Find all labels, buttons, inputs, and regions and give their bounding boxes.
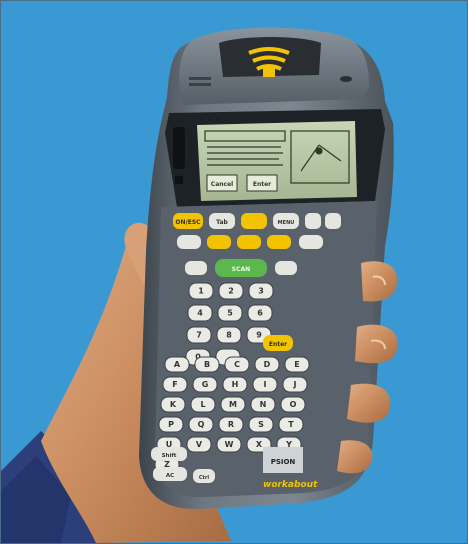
key-label: 1 [198, 287, 204, 296]
handheld-computer-photo: Cancel Enter ON/ESC Tab MENU SCAN 1 2 34 5 6… [1, 1, 467, 543]
function-key [207, 235, 231, 249]
key-label: 7 [196, 331, 202, 340]
on-esc-key-label: ON/ESC [175, 219, 201, 226]
key-label: 4 [197, 309, 203, 318]
key-label: X [256, 440, 263, 449]
tab-key-label: Tab [216, 219, 228, 226]
key-label: I [264, 380, 267, 389]
key-label: J [293, 380, 297, 389]
key-label: R [228, 420, 234, 429]
ac-key-label: AC [166, 473, 174, 479]
menu-key-label: MENU [278, 220, 295, 226]
finger-2 [355, 324, 398, 364]
cursor-key [185, 261, 207, 275]
scan-key-label: SCAN [232, 266, 250, 273]
key-label: 6 [257, 309, 263, 318]
photo-scene: Cancel Enter ON/ESC Tab MENU SCAN 123456… [0, 0, 468, 544]
key-label: C [234, 360, 240, 369]
function-key [237, 235, 261, 249]
enter-key-label: Enter [269, 341, 287, 348]
function-key [177, 235, 201, 249]
softkey-cancel-label: Cancel [211, 181, 233, 188]
key-label: O [290, 400, 297, 409]
key-label: 3 [258, 287, 264, 296]
finger-3 [347, 383, 391, 423]
key-label: S [258, 420, 264, 429]
key-label: T [288, 420, 294, 429]
card-slot [173, 127, 185, 169]
key-label: H [232, 380, 239, 389]
psion-badge-label: PSION [271, 458, 296, 466]
cursor-key [275, 261, 297, 275]
key-label: K [170, 400, 177, 409]
key-label: 5 [227, 309, 233, 318]
key-label: B [204, 360, 210, 369]
brand-label: workabout [263, 480, 318, 490]
ctrl-key-label: Ctrl [199, 475, 210, 481]
key-label: 8 [226, 331, 232, 340]
key-label: V [196, 440, 203, 449]
key-label: 2 [228, 287, 234, 296]
arrow-key [325, 213, 341, 229]
key-label: N [260, 400, 267, 409]
function-key [267, 235, 291, 249]
softkey-enter-label: Enter [253, 181, 271, 188]
key-label: Q [198, 420, 205, 429]
arrow-key [305, 213, 321, 229]
key-label: W [225, 440, 234, 449]
function-key [299, 235, 323, 249]
key-label: D [264, 360, 271, 369]
key-label: E [294, 360, 299, 369]
key-label: P [168, 420, 174, 429]
shift-key-label: Shift [162, 453, 177, 459]
key-label: L [200, 400, 205, 409]
key-label: M [229, 400, 237, 409]
key-label: F [172, 380, 177, 389]
key-label: 9 [256, 331, 262, 340]
handheld-device: Cancel Enter ON/ESC Tab MENU SCAN 1 2 34 5 6… [139, 27, 394, 510]
function-key [241, 213, 267, 229]
key-label: G [202, 380, 209, 389]
key-label: A [174, 360, 181, 369]
